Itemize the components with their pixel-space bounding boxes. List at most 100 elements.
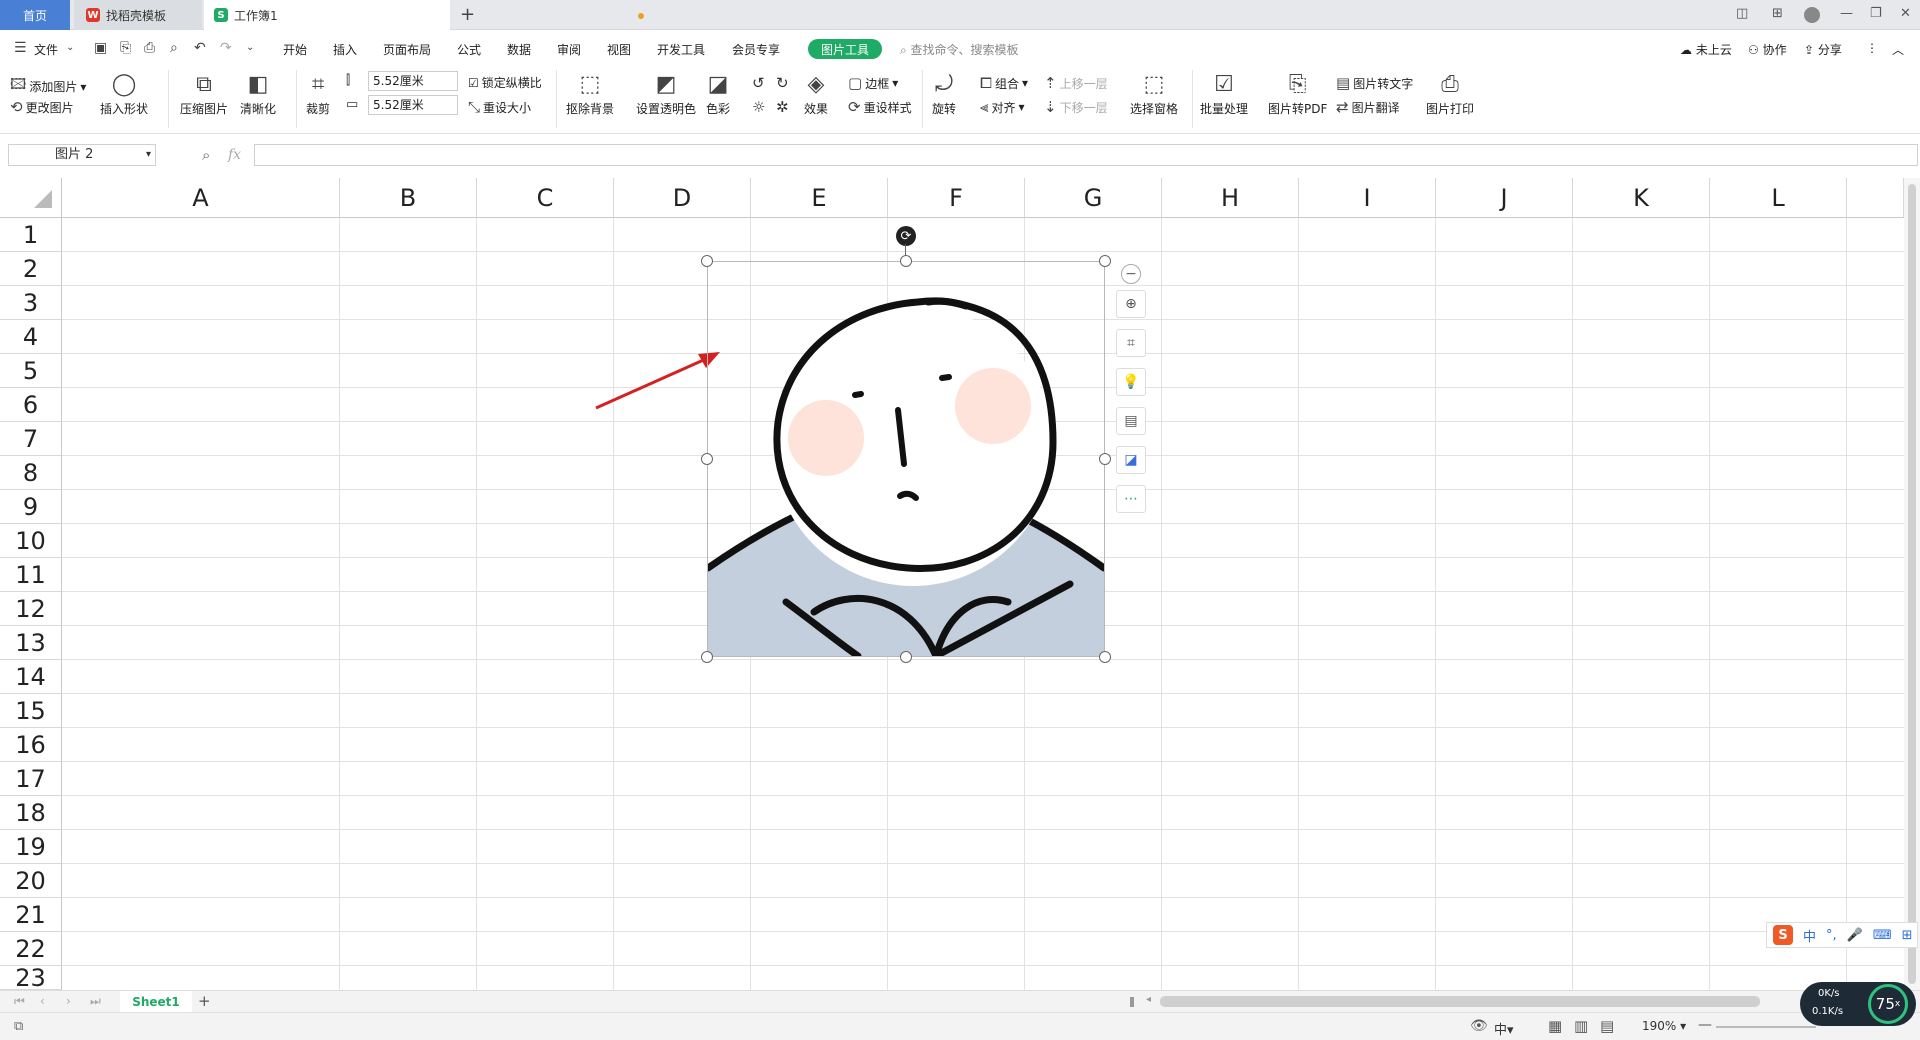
- set-transparent-button[interactable]: ◩ 设置透明色: [636, 70, 696, 117]
- ime-mode-label[interactable]: 中: [1803, 926, 1816, 945]
- resize-handle-right[interactable]: [1099, 453, 1111, 465]
- layout-icon[interactable]: ◫: [1736, 6, 1748, 21]
- column-header-d[interactable]: D: [614, 178, 751, 218]
- reset-style-button[interactable]: ⟳ 重设样式: [848, 98, 912, 116]
- tab-workbook[interactable]: S 工作簿1: [204, 0, 644, 30]
- undo-icon[interactable]: ↶: [194, 40, 206, 56]
- to-pdf-button[interactable]: ⎘ 图片转PDF: [1268, 70, 1327, 117]
- avatar[interactable]: [1804, 7, 1820, 23]
- share-button[interactable]: ⇪ 分享: [1804, 41, 1842, 58]
- row-header-22[interactable]: 22: [0, 932, 62, 966]
- zoom-picture-icon[interactable]: ⊕: [1116, 290, 1146, 318]
- menu-data[interactable]: 数据: [507, 41, 531, 58]
- ime-apps-icon[interactable]: ⊞: [1902, 928, 1913, 943]
- resize-handle-left[interactable]: [701, 453, 713, 465]
- eye-protection-icon[interactable]: 👁: [1470, 1018, 1488, 1034]
- menu-insert[interactable]: 插入: [333, 41, 357, 58]
- height-input[interactable]: 5.52厘米: [368, 71, 458, 91]
- restore-icon[interactable]: ❐: [1870, 6, 1882, 21]
- row-header-9[interactable]: 9: [0, 490, 62, 524]
- column-header-l[interactable]: L: [1710, 178, 1847, 218]
- effect-button[interactable]: ◈ 效果: [804, 70, 828, 117]
- width-input[interactable]: 5.52厘米: [368, 95, 458, 115]
- resize-handle-top[interactable]: [900, 255, 912, 267]
- row-header-4[interactable]: 4: [0, 320, 62, 354]
- hamburger-icon[interactable]: ☰: [14, 40, 27, 56]
- menu-developer[interactable]: 开发工具: [657, 41, 705, 58]
- resize-handle-bottom-left[interactable]: [701, 651, 713, 663]
- row-header-3[interactable]: 3: [0, 286, 62, 320]
- apps-grid-icon[interactable]: ⊞: [1772, 6, 1783, 21]
- column-header-h[interactable]: H: [1162, 178, 1299, 218]
- input-method[interactable]: 中▾: [1494, 1019, 1514, 1038]
- menu-formula[interactable]: 公式: [457, 41, 481, 58]
- row-header-6[interactable]: 6: [0, 388, 62, 422]
- keyboard-icon[interactable]: ⌨: [1873, 928, 1892, 943]
- column-header-f[interactable]: F: [888, 178, 1025, 218]
- row-header-8[interactable]: 8: [0, 456, 62, 490]
- send-backward-button[interactable]: ⇣ 下移一层: [1044, 98, 1108, 116]
- color-button[interactable]: ◪ 色彩: [706, 70, 730, 117]
- prev-sheet-icon[interactable]: ‹: [40, 994, 45, 1008]
- zoom-level[interactable]: 190% ▾: [1642, 1019, 1686, 1033]
- row-header-1[interactable]: 1: [0, 218, 62, 252]
- column-header-c[interactable]: C: [477, 178, 614, 218]
- picture-effect-icon[interactable]: ◪: [1116, 446, 1146, 474]
- menu-home[interactable]: 开始: [283, 41, 307, 58]
- brightness-down-icon[interactable]: ✲: [776, 98, 789, 116]
- menu-review[interactable]: 审阅: [557, 41, 581, 58]
- menu-file[interactable]: 文件: [34, 41, 58, 58]
- insert-shape-button[interactable]: ◯ 插入形状: [100, 70, 148, 117]
- reset-size-button[interactable]: ⤡ 重设大小: [468, 98, 531, 116]
- next-sheet-icon[interactable]: ›: [66, 994, 71, 1008]
- row-header-2[interactable]: 2: [0, 252, 62, 286]
- column-header-overflow[interactable]: [1847, 178, 1904, 218]
- row-header-11[interactable]: 11: [0, 558, 62, 592]
- tab-home[interactable]: 首页: [0, 0, 70, 30]
- crop-button[interactable]: ⌗ 裁剪: [306, 70, 330, 117]
- align-button[interactable]: ⫷ 对齐 ▾: [980, 98, 1025, 116]
- column-header-e[interactable]: E: [751, 178, 888, 218]
- column-header-g[interactable]: G: [1025, 178, 1162, 218]
- resize-handle-top-right[interactable]: [1099, 255, 1111, 267]
- row-header-16[interactable]: 16: [0, 728, 62, 762]
- row-header-18[interactable]: 18: [0, 796, 62, 830]
- punctuation-icon[interactable]: °,: [1826, 928, 1837, 943]
- close-icon[interactable]: ✕: [1900, 6, 1911, 21]
- minimize-icon[interactable]: —: [1840, 6, 1853, 21]
- zoom-formula-icon[interactable]: ⌕: [202, 146, 210, 164]
- picture-to-text-icon[interactable]: ▤: [1116, 407, 1146, 435]
- compress-button[interactable]: ⧉ 压缩图片: [180, 70, 228, 117]
- customize-chevron-icon[interactable]: ⌄: [246, 42, 254, 53]
- zoom-out-icon[interactable]: —: [1698, 1017, 1712, 1033]
- to-text-button[interactable]: ▤ 图片转文字: [1336, 74, 1413, 92]
- row-header-12[interactable]: 12: [0, 592, 62, 626]
- redo-icon[interactable]: ↷: [220, 40, 232, 56]
- selected-picture[interactable]: [704, 261, 1108, 660]
- row-header-14[interactable]: 14: [0, 660, 62, 694]
- selection-pane-button[interactable]: ⬚ 选择窗格: [1130, 70, 1178, 117]
- column-header-b[interactable]: B: [340, 178, 477, 218]
- spreadsheet-grid[interactable]: A B C D E F G H I J K L 1 2 3 4 5 6 7 8 …: [0, 178, 1904, 990]
- bulb-icon[interactable]: 💡: [1116, 368, 1146, 396]
- row-header-5[interactable]: 5: [0, 354, 62, 388]
- lock-ratio-checkbox[interactable]: ☑ 锁定纵横比: [468, 74, 542, 91]
- row-header-20[interactable]: 20: [0, 864, 62, 898]
- horizontal-scroll-thumb[interactable]: [1160, 996, 1760, 1007]
- row-header-15[interactable]: 15: [0, 694, 62, 728]
- row-header-21[interactable]: 21: [0, 898, 62, 932]
- command-search[interactable]: ⌕ 查找命令、搜索模板: [900, 41, 1019, 58]
- split-handle[interactable]: [1130, 997, 1134, 1007]
- mic-icon[interactable]: 🎤: [1847, 928, 1863, 943]
- column-header-a[interactable]: A: [62, 178, 340, 218]
- add-image-button[interactable]: 🖾 添加图片 ▾: [10, 74, 86, 99]
- normal-view-icon[interactable]: ▦: [1548, 1017, 1562, 1035]
- name-box[interactable]: 图片 2 ▾: [8, 144, 156, 166]
- image-print-button[interactable]: ⎙ 图片打印: [1426, 70, 1474, 117]
- column-header-i[interactable]: I: [1299, 178, 1436, 218]
- bring-forward-button[interactable]: ⇡ 上移一层: [1044, 74, 1108, 92]
- sheet-tab-sheet1[interactable]: Sheet1: [120, 991, 192, 1012]
- column-header-j[interactable]: J: [1436, 178, 1573, 218]
- row-header-13[interactable]: 13: [0, 626, 62, 660]
- add-sheet-button[interactable]: +: [198, 992, 211, 1010]
